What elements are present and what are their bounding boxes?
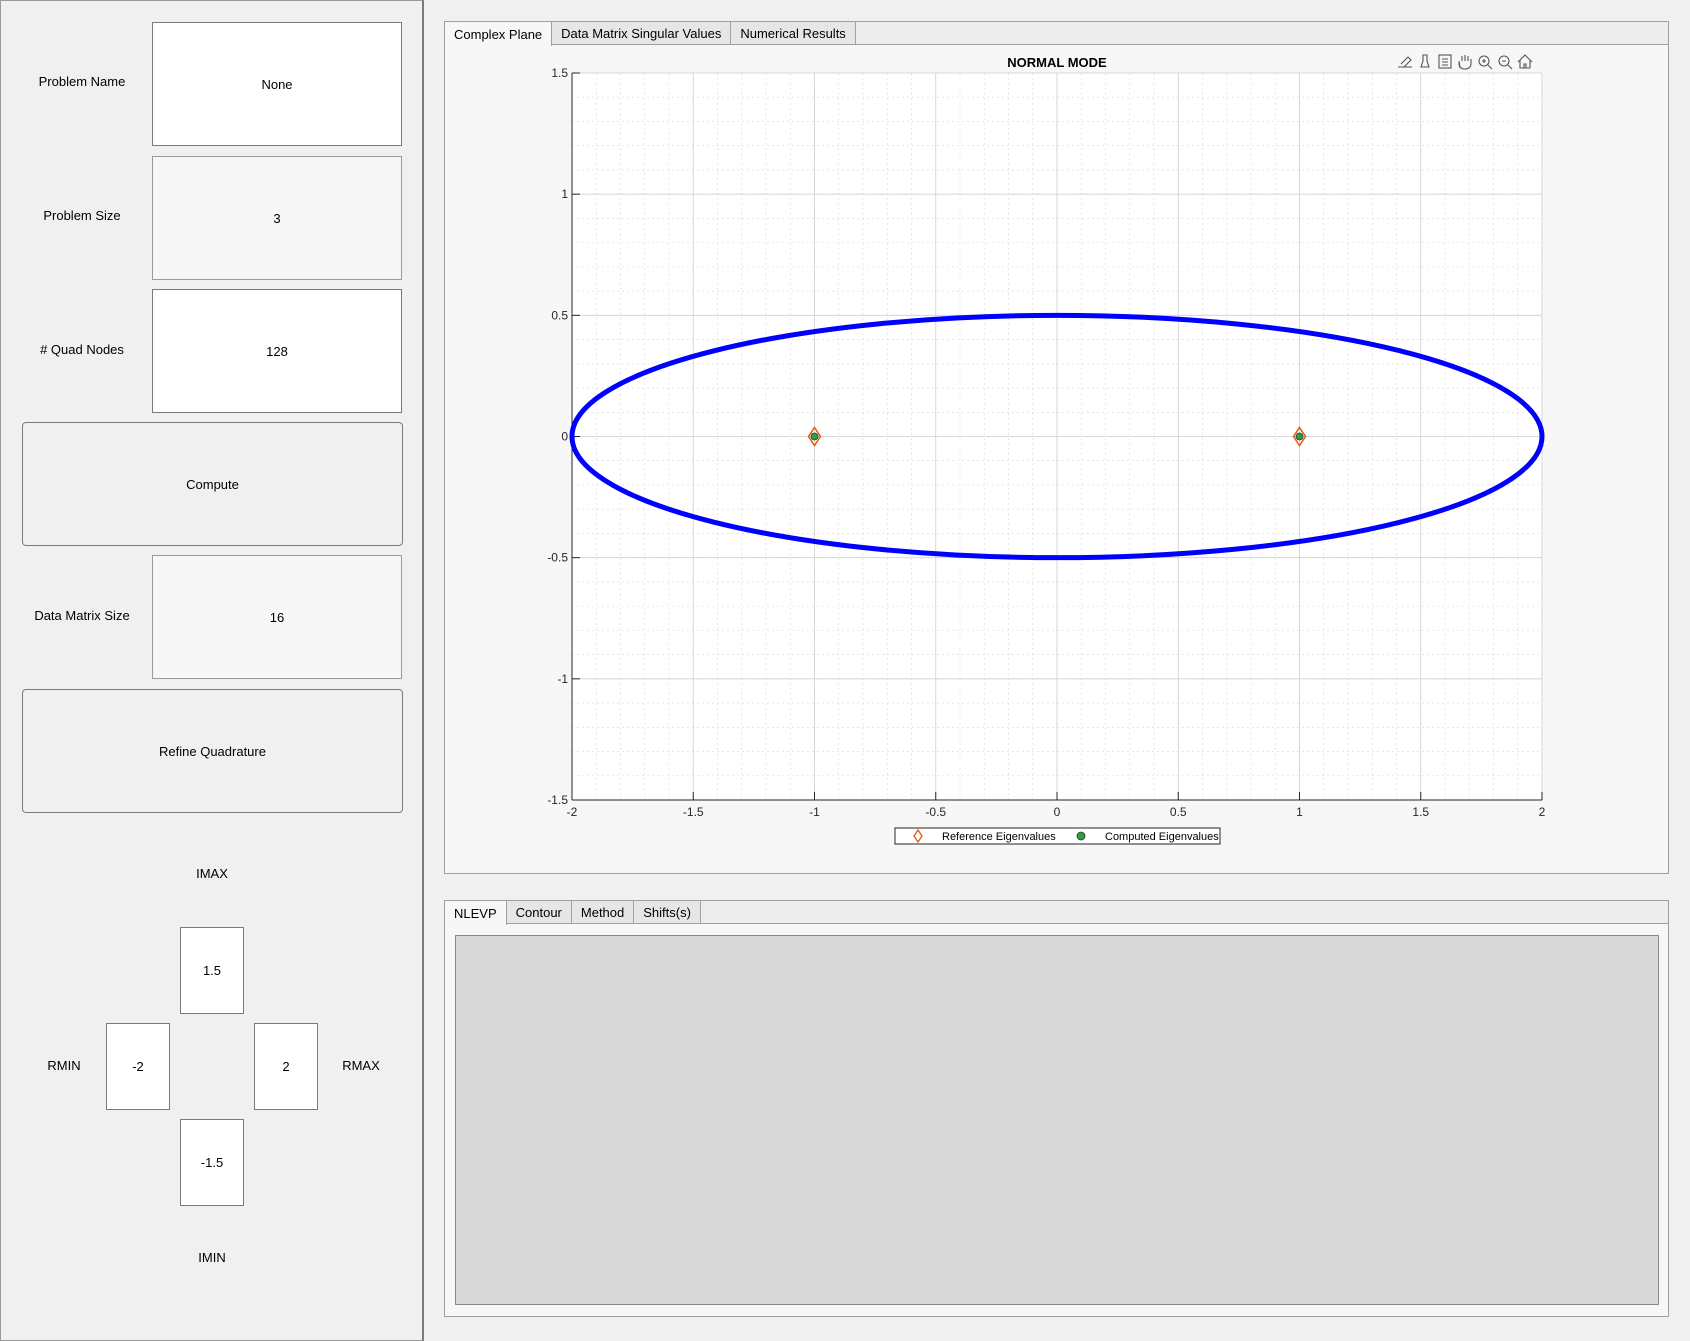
x-tick-label: -2 bbox=[567, 805, 578, 819]
legend-computed-label: Computed Eigenvalues bbox=[1105, 831, 1219, 843]
tab-complex-plane[interactable]: Complex Plane bbox=[444, 21, 553, 46]
home-icon[interactable] bbox=[1517, 54, 1533, 69]
imin-field[interactable]: -1.5 bbox=[180, 1119, 244, 1206]
x-tick-label: 0 bbox=[1054, 805, 1061, 819]
nlevp-panel bbox=[444, 923, 1669, 1317]
computed-eigenvalue-marker[interactable] bbox=[1295, 432, 1304, 441]
y-tick-label: -1 bbox=[557, 672, 568, 686]
rmin-field[interactable]: -2 bbox=[106, 1023, 170, 1110]
y-tick-label: 1.5 bbox=[551, 66, 568, 80]
rmax-label: RMAX bbox=[342, 1058, 380, 1073]
rmin-label: RMIN bbox=[47, 1058, 81, 1073]
quad-nodes-label: # Quad Nodes bbox=[40, 342, 124, 357]
chart-title: NORMAL MODE bbox=[1007, 55, 1107, 70]
problem-size-label: Problem Size bbox=[43, 208, 121, 223]
data-matrix-size-field: 16 bbox=[152, 555, 402, 679]
computed-eigenvalue-marker[interactable] bbox=[810, 432, 819, 441]
legend-computed-marker bbox=[1076, 831, 1086, 841]
tab-method[interactable]: Method bbox=[570, 900, 635, 924]
x-tick-label: -1.5 bbox=[683, 805, 704, 819]
brush-icon-shape bbox=[1420, 54, 1430, 68]
pan-hand-icon-shape bbox=[1458, 55, 1472, 70]
zoom-in-icon-plus bbox=[1482, 59, 1493, 70]
x-tick-label: 1.5 bbox=[1412, 805, 1429, 819]
problem-name-field[interactable]: None bbox=[152, 22, 402, 146]
x-tick-label: 1 bbox=[1296, 805, 1303, 819]
nlevp-content-area[interactable] bbox=[455, 935, 1659, 1305]
tab-nlevp[interactable]: NLEVP bbox=[444, 900, 507, 925]
data-matrix-size-label: Data Matrix Size bbox=[34, 608, 130, 623]
axes-toolbar bbox=[1398, 54, 1533, 70]
x-tick-label: 2 bbox=[1539, 805, 1546, 819]
data-tips-icon-lines bbox=[1442, 58, 1448, 66]
y-tick-label: -0.5 bbox=[547, 551, 568, 565]
y-tick-label: 1 bbox=[561, 187, 568, 201]
complex-plane-plot: -2 -1.5 -1 -0.5 0 0.5 1 1.5 2 -1.5 -1 -0.5 0 0.5 1 1.5 … bbox=[445, 45, 1670, 893]
compute-button[interactable]: Compute bbox=[22, 422, 403, 546]
refine-quadrature-button[interactable]: Refine Quadrature bbox=[22, 689, 403, 813]
x-tick-label: -0.5 bbox=[925, 805, 946, 819]
settings-tabs: NLEVP Contour Method Shifts(s) bbox=[444, 900, 701, 925]
problem-name-label: Problem Name bbox=[38, 74, 126, 89]
brush-icon[interactable] bbox=[1420, 54, 1430, 68]
y-tick-label: 0 bbox=[561, 430, 568, 444]
home-icon-shape bbox=[1517, 54, 1533, 69]
complex-plane-chart[interactable]: -2 -1.5 -1 -0.5 0 0.5 1 1.5 2-1.5-1-0.500.511.5 … bbox=[445, 45, 1670, 873]
plot-tab-group: Complex Plane Data Matrix Singular Value… bbox=[444, 21, 1669, 874]
plot-tabs: Complex Plane Data Matrix Singular Value… bbox=[444, 21, 856, 46]
tab-contour[interactable]: Contour bbox=[505, 900, 572, 924]
control-panel: Problem Name None Problem Size 3 # Quad … bbox=[0, 0, 424, 1341]
legend-reference-label: Reference Eigenvalues bbox=[942, 831, 1056, 843]
pan-hand-icon[interactable] bbox=[1458, 55, 1472, 70]
export-icon[interactable] bbox=[1398, 56, 1412, 68]
zoom-in-icon[interactable] bbox=[1478, 55, 1493, 70]
tab-numerical-results[interactable]: Numerical Results bbox=[730, 21, 856, 45]
problem-size-field: 3 bbox=[152, 156, 402, 280]
imax-field[interactable]: 1.5 bbox=[180, 927, 244, 1014]
export-icon-shape bbox=[1398, 56, 1412, 68]
settings-tab-group: NLEVP Contour Method Shifts(s) bbox=[444, 900, 1669, 1317]
complex-plane-panel: -2 -1.5 -1 -0.5 0 0.5 1 1.5 2 -1.5 -1 -0.5 0 0.5 1 1.5 … bbox=[444, 44, 1669, 874]
x-tick-label: -1 bbox=[809, 805, 820, 819]
quad-nodes-field[interactable]: 128 bbox=[152, 289, 402, 413]
y-tick-label: -1.5 bbox=[547, 793, 568, 807]
x-tick-label: 0.5 bbox=[1170, 805, 1187, 819]
imax-label: IMAX bbox=[196, 866, 228, 881]
chart-legend[interactable]: Reference Eigenvalues Computed Eigenvalue… bbox=[894, 827, 1221, 845]
data-tips-icon[interactable] bbox=[1438, 54, 1452, 69]
zoom-out-icon[interactable] bbox=[1498, 55, 1513, 70]
y-tick-label: 0.5 bbox=[551, 308, 568, 322]
tab-shifts[interactable]: Shifts(s) bbox=[633, 900, 701, 924]
rmax-field[interactable]: 2 bbox=[254, 1023, 318, 1110]
tab-data-matrix-singular-values[interactable]: Data Matrix Singular Values bbox=[551, 21, 732, 45]
imin-label: IMIN bbox=[198, 1250, 226, 1265]
